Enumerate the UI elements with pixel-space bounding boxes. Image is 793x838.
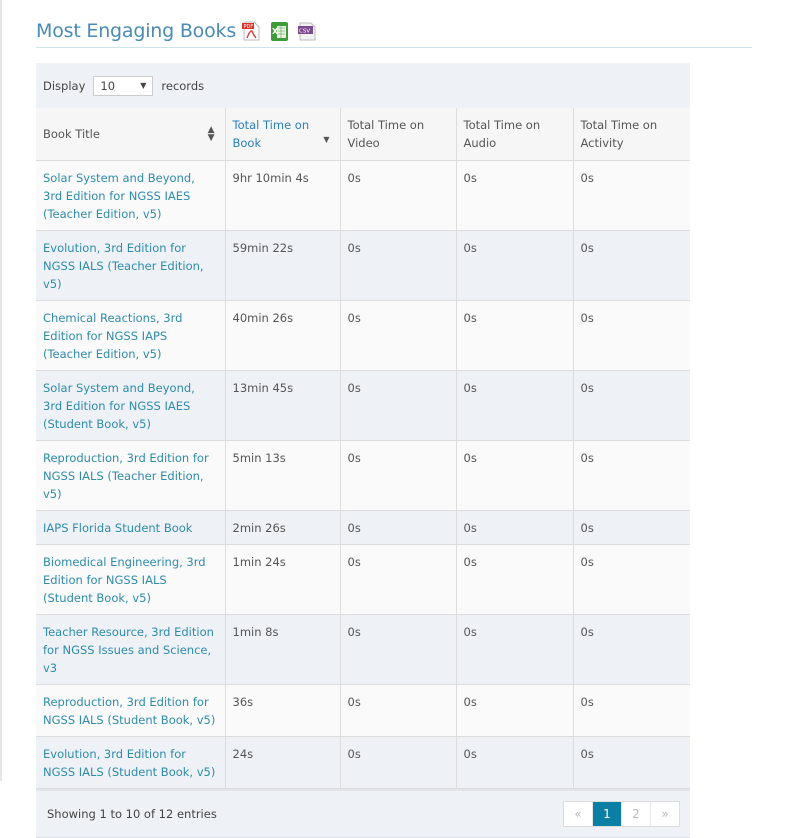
svg-text:X: X [272,27,279,36]
cell-time-audio: 0s [455,300,573,371]
book-link[interactable]: Solar System and Beyond, 3rd Edition for… [43,171,195,221]
cell-book-title[interactable]: Evolution, 3rd Edition for NGSS IALS (Te… [36,230,225,301]
most-engaging-books-table-panel: Display 10 ▼ records Book Title ▲ ▼ Total… [36,63,690,838]
cell-time-audio: 0s [455,440,573,511]
pagination-page-1[interactable]: 1 [592,802,621,826]
cell-time-book: 2min 26s [224,510,340,545]
chevron-down-icon: ▼ [140,81,147,90]
cell-time-video: 0s [339,230,456,301]
pdf-icon[interactable]: PDF [240,20,262,42]
cell-book-title[interactable]: Reproduction, 3rd Edition for NGSS IALS … [36,440,225,511]
table-row: Teacher Resource, 3rd Edition for NGSS I… [36,614,690,685]
cell-time-activity: 0s [572,300,690,371]
records-length-control: Display 10 ▼ records [36,63,690,108]
book-link[interactable]: Teacher Resource, 3rd Edition for NGSS I… [43,625,214,675]
column-header-total-time-audio[interactable]: Total Time on Audio [455,108,573,161]
book-link[interactable]: Evolution, 3rd Edition for NGSS IALS (St… [43,747,215,779]
table-row: Solar System and Beyond, 3rd Edition for… [36,160,690,231]
cell-time-video: 0s [339,440,456,511]
cell-time-audio: 0s [455,160,573,231]
table-row: Reproduction, 3rd Edition for NGSS IALS … [36,440,690,511]
page-title: Most Engaging Books [36,20,237,42]
cell-time-activity: 0s [572,160,690,231]
records-per-page-select[interactable]: 10 ▼ [93,75,154,96]
cell-time-audio: 0s [455,510,573,545]
page-left-border [0,0,2,781]
cell-time-book: 59min 22s [224,230,340,301]
cell-time-video: 0s [339,544,456,615]
book-link[interactable]: Chemical Reactions, 3rd Edition for NGSS… [43,311,182,361]
sort-desc-icon: ▼ [323,135,330,145]
cell-time-book: 1min 8s [224,614,340,685]
length-suffix: records [161,78,205,93]
cell-time-audio: 0s [455,614,573,685]
cell-time-audio: 0s [455,544,573,615]
entries-info: Showing 1 to 10 of 12 entries [47,807,217,821]
section-header: Most Engaging Books PDF X CSV [36,18,752,48]
length-prefix: Display [43,78,86,93]
column-header-total-time-video[interactable]: Total Time on Video [339,108,456,161]
cell-time-video: 0s [339,510,456,545]
pagination-previous-button[interactable]: « [564,802,592,826]
book-link[interactable]: Evolution, 3rd Edition for NGSS IALS (Te… [43,241,204,291]
column-header-book-title[interactable]: Book Title ▲ ▼ [36,108,225,161]
cell-time-activity: 0s [572,510,690,545]
records-per-page-value: 10 [100,78,116,93]
cell-book-title[interactable]: Teacher Resource, 3rd Edition for NGSS I… [36,614,225,685]
cell-time-book: 36s [224,684,340,737]
column-header-total-time-book[interactable]: Total Time on Book ▼ [224,108,340,161]
cell-book-title[interactable]: Chemical Reactions, 3rd Edition for NGSS… [36,300,225,371]
books-table: Book Title ▲ ▼ Total Time on Book ▼ Total… [36,108,690,789]
table-row: Solar System and Beyond, 3rd Edition for… [36,370,690,441]
cell-time-book: 40min 26s [224,300,340,371]
cell-book-title[interactable]: Reproduction, 3rd Edition for NGSS IALS … [36,684,225,737]
cell-time-book: 5min 13s [224,440,340,511]
cell-book-title[interactable]: Solar System and Beyond, 3rd Edition for… [36,160,225,231]
cell-time-video: 0s [339,160,456,231]
cell-time-activity: 0s [572,230,690,301]
table-row: Biomedical Engineering, 3rd Edition for … [36,544,690,615]
cell-book-title[interactable]: IAPS Florida Student Book [36,510,225,545]
book-link[interactable]: Solar System and Beyond, 3rd Edition for… [43,381,195,431]
table-header-row: Book Title ▲ ▼ Total Time on Book ▼ Total… [36,108,690,161]
cell-time-audio: 0s [455,684,573,737]
book-link[interactable]: Reproduction, 3rd Edition for NGSS IALS … [43,695,215,727]
svg-text:PDF: PDF [244,24,254,30]
cell-time-activity: 0s [572,614,690,685]
cell-time-activity: 0s [572,370,690,441]
cell-time-book: 1min 24s [224,544,340,615]
cell-time-video: 0s [339,684,456,737]
pagination-next-button[interactable]: » [650,802,679,826]
cell-time-activity: 0s [572,544,690,615]
cell-time-book: 9hr 10min 4s [224,160,340,231]
table-row: IAPS Florida Student Book 2min 26s 0s 0s… [36,510,690,545]
cell-time-activity: 0s [572,440,690,511]
cell-time-video: 0s [339,300,456,371]
csv-icon[interactable]: CSV [296,20,318,42]
book-link[interactable]: Biomedical Engineering, 3rd Edition for … [43,555,206,605]
cell-time-book: 13min 45s [224,370,340,441]
pagination: « 1 2 » [563,801,680,827]
cell-time-video: 0s [339,370,456,441]
cell-book-title[interactable]: Biomedical Engineering, 3rd Edition for … [36,544,225,615]
pagination-page-2[interactable]: 2 [621,802,650,826]
cell-time-audio: 0s [455,230,573,301]
export-toolbar: PDF X CSV [240,20,318,42]
svg-text:CSV: CSV [299,29,310,35]
table-row: Reproduction, 3rd Edition for NGSS IALS … [36,684,690,737]
table-row: Chemical Reactions, 3rd Edition for NGSS… [36,300,690,371]
column-header-total-time-activity[interactable]: Total Time on Activity [572,108,690,161]
cell-time-video: 0s [339,614,456,685]
book-link[interactable]: IAPS Florida Student Book [43,521,192,535]
table-footer: Showing 1 to 10 of 12 entries « 1 2 » [36,789,690,838]
sort-both-icon: ▲ ▼ [207,125,215,143]
cell-book-title[interactable]: Solar System and Beyond, 3rd Edition for… [36,370,225,441]
cell-time-audio: 0s [455,370,573,441]
table-row: Evolution, 3rd Edition for NGSS IALS (Te… [36,230,690,301]
excel-icon[interactable]: X [268,20,290,42]
book-link[interactable]: Reproduction, 3rd Edition for NGSS IALS … [43,451,209,501]
cell-time-activity: 0s [572,684,690,737]
